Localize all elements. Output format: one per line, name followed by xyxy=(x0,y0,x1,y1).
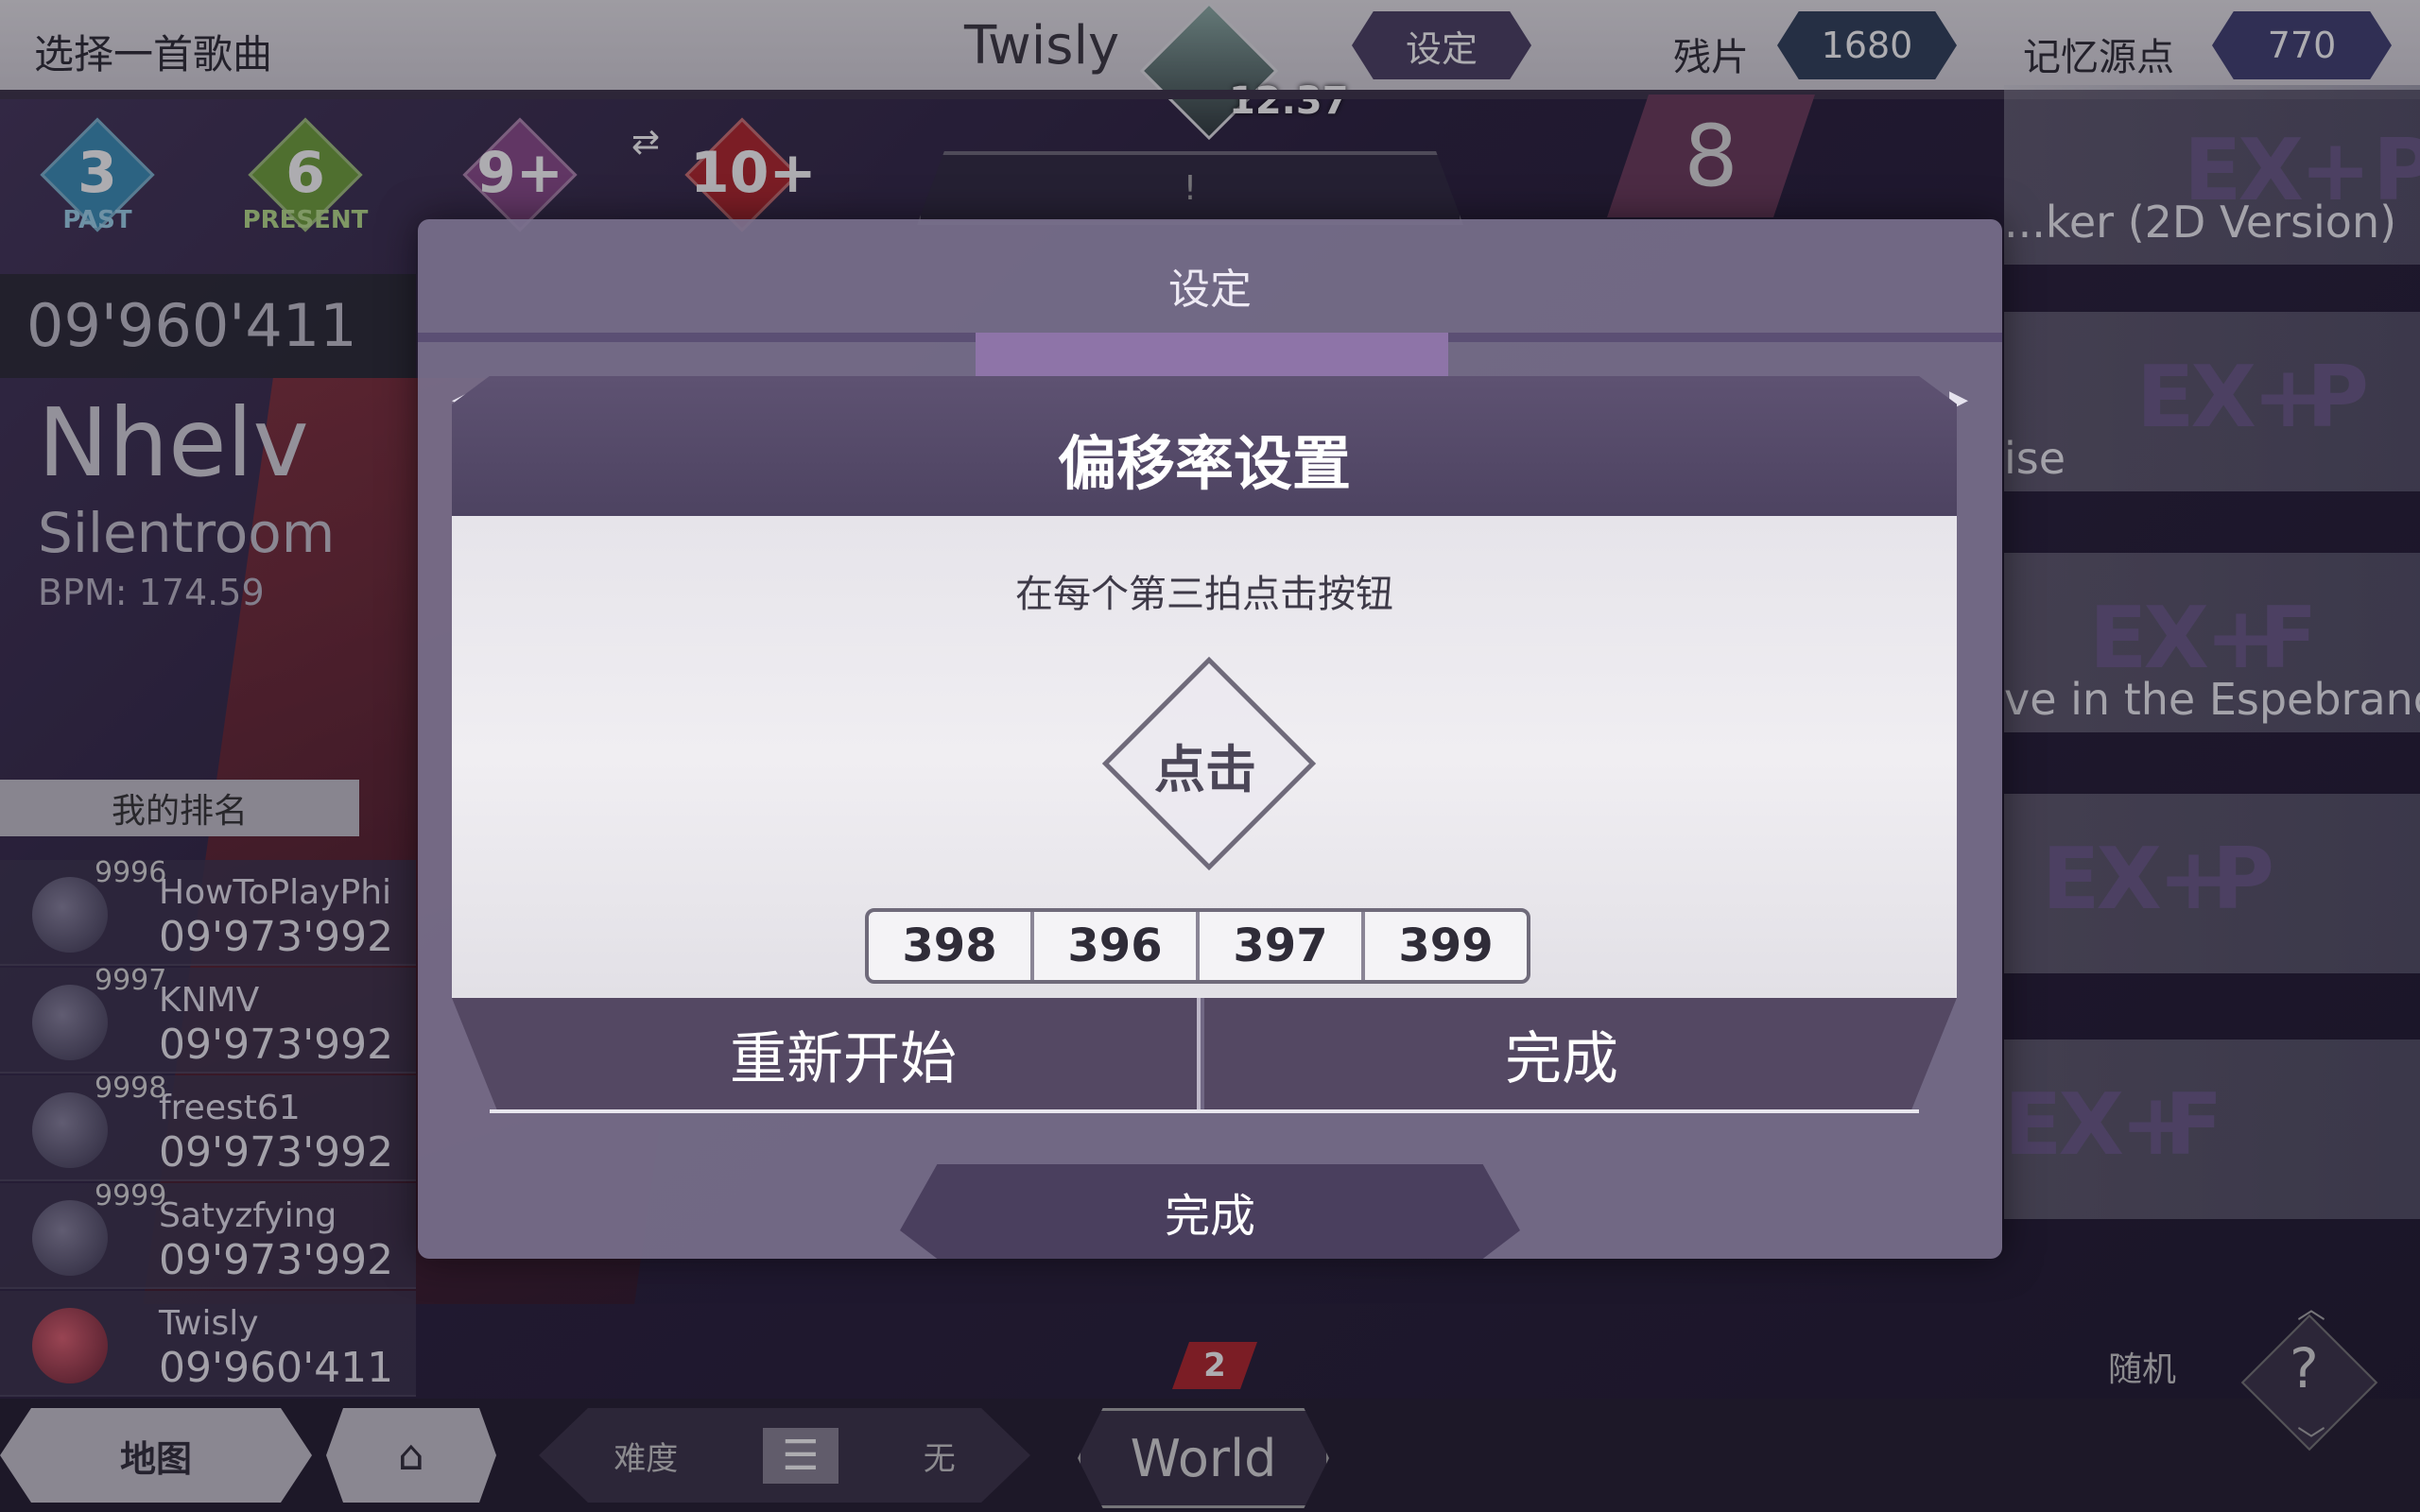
settings-dialog-title: 设定 xyxy=(1168,266,1252,314)
offset-values: 398 396 397 399 xyxy=(865,908,1530,984)
offset-hint-text: 在每个第三拍点击按钮 xyxy=(1015,573,1393,616)
offset-dialog-header: 偏移率设置 xyxy=(452,376,1957,516)
offset-dialog: 偏移率设置 在每个第三拍点击按钮 点击 398 396 397 399 重新开始… xyxy=(452,376,1957,1146)
tap-button[interactable]: 点击 xyxy=(1101,656,1317,871)
restart-button[interactable]: 重新开始 xyxy=(452,998,1201,1109)
done-button[interactable]: 完成 xyxy=(1204,998,1957,1109)
offset-value: 399 xyxy=(1398,919,1494,972)
offset-dialog-title: 偏移率设置 xyxy=(1057,429,1351,498)
settings-done-button[interactable]: 完成 xyxy=(900,1164,1520,1259)
offset-value: 396 xyxy=(1034,912,1200,980)
footer-rim xyxy=(490,1109,1919,1113)
offset-value: 398 xyxy=(869,912,1034,980)
tap-button-label: 点击 xyxy=(1154,740,1256,799)
offset-value: 397 xyxy=(1200,912,1365,980)
offset-dialog-footer: 重新开始 完成 xyxy=(452,998,1957,1146)
offset-dialog-body: 在每个第三拍点击按钮 点击 398 396 397 399 xyxy=(452,516,1957,998)
